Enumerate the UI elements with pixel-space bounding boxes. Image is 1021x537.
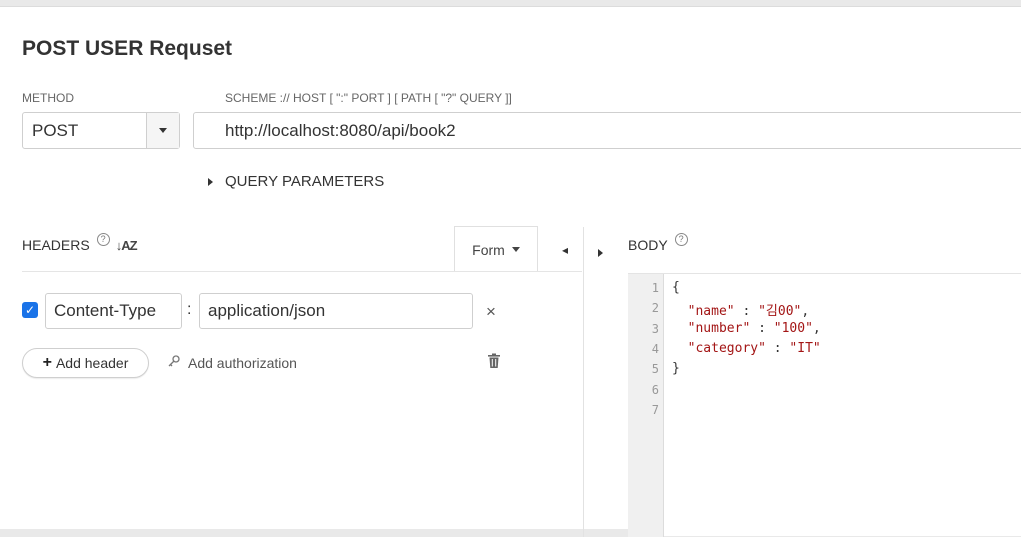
code-token-prefix	[672, 321, 688, 336]
headers-label: HEADERS	[22, 237, 90, 253]
code-token-val: "김00"	[758, 304, 802, 320]
query-parameters-toggle[interactable]: QUERY PARAMETERS	[208, 173, 384, 190]
add-header-label: Add header	[55, 355, 129, 371]
header-colon: :	[187, 301, 192, 318]
code-token-key: "number"	[687, 320, 751, 336]
code-token-prefix	[672, 304, 688, 319]
method-dropdown-button[interactable]	[146, 113, 179, 148]
code-token-prefix: }	[672, 361, 680, 377]
code-line: "number" : "100",	[672, 321, 821, 336]
code-token-prefix	[672, 341, 688, 356]
headers-divider	[22, 271, 582, 272]
page-title: POST USER Requset	[22, 37, 233, 60]
key-icon	[167, 354, 181, 371]
code-token-sep: :	[765, 340, 790, 356]
collapse-left-icon[interactable]: ◂	[562, 243, 568, 257]
add-authorization-link[interactable]: Add authorization	[167, 354, 297, 371]
add-authorization-label: Add authorization	[188, 354, 297, 371]
header-enabled-checkbox[interactable]: ✓	[22, 302, 38, 318]
help-icon[interactable]: ?	[674, 232, 688, 246]
code-token-val: "100"	[773, 320, 813, 336]
trash-icon[interactable]	[487, 353, 501, 369]
code-token-prefix: {	[672, 280, 680, 295]
line-number: 3	[651, 321, 659, 336]
code-line: "name" : "김00",	[672, 300, 810, 320]
code-token-key: "name"	[687, 304, 735, 320]
code-token-key: "category"	[687, 340, 766, 356]
sort-az-icon[interactable]: ↓AZ	[116, 238, 138, 253]
line-number: 5	[651, 362, 659, 377]
line-number-gutter: 1 2 3 4 5 6 7	[628, 274, 664, 537]
body-editor[interactable]: 1 2 3 4 5 6 7 { "name" : "김00", "number" : "10…	[628, 273, 1021, 537]
line-number: 1	[651, 281, 659, 295]
body-toggle[interactable]	[598, 244, 603, 262]
code-token-sep: :	[734, 304, 759, 320]
code-line: "category" : "IT"	[672, 341, 821, 356]
expand-arrow-icon	[208, 177, 213, 186]
line-number: 7	[651, 402, 659, 417]
request-panel: POST USER Requset METHOD SCHEME :// HOST…	[0, 6, 1021, 537]
code-token-suffix: ,	[801, 304, 810, 320]
url-hint-label: SCHEME :// HOST [ ":" PORT ] [ PATH [ "?…	[225, 91, 512, 105]
line-number: 2	[651, 301, 659, 316]
code-token-sep: :	[750, 320, 774, 336]
code-line: {	[672, 280, 680, 295]
body-label: BODY	[628, 237, 668, 253]
code-token-suffix: ,	[812, 320, 821, 336]
add-header-button[interactable]: + Add header	[22, 348, 149, 378]
header-key-input[interactable]	[45, 293, 182, 329]
line-number: 4	[651, 341, 659, 356]
header-value-input[interactable]	[199, 293, 473, 329]
method-label: METHOD	[22, 91, 74, 105]
code-line: }	[672, 361, 680, 376]
form-mode-label: Form	[472, 241, 505, 258]
panel-splitter[interactable]	[583, 227, 584, 537]
help-icon[interactable]: ?	[96, 232, 110, 246]
line-number: 6	[651, 382, 659, 397]
body-section-label: BODY ?	[628, 232, 688, 253]
headers-section-label: HEADERS ? ↓AZ	[22, 232, 138, 253]
chevron-down-icon	[511, 247, 520, 252]
url-input[interactable]	[193, 112, 1021, 149]
form-mode-button[interactable]: Form	[454, 226, 538, 272]
plus-icon: +	[42, 354, 52, 371]
expand-arrow-icon	[598, 249, 603, 257]
remove-header-icon[interactable]: ×	[486, 302, 496, 322]
code-token-val: "IT"	[789, 340, 821, 356]
method-select[interactable]: POST	[22, 112, 180, 149]
chevron-down-icon	[159, 128, 167, 133]
method-value: POST	[32, 121, 79, 140]
query-parameters-label: QUERY PARAMETERS	[225, 173, 385, 190]
